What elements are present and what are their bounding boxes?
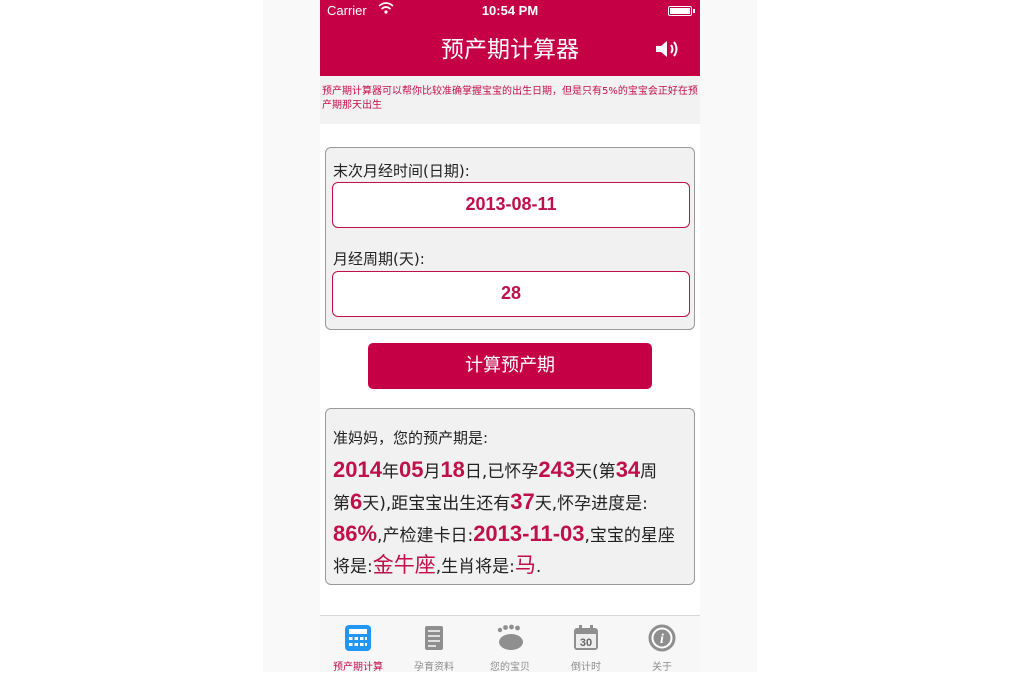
checkup-prefix: ,产检建卡日: xyxy=(377,526,474,546)
info-banner-text: 预产期计算器可以帮你比较准确掌握宝宝的出生日期，但是只有5%的宝宝会正好在预产期… xyxy=(322,86,698,111)
result-text: 2014年05月18日,已怀孕243天(第34周第6天),距宝宝出生还有37天,… xyxy=(333,455,691,582)
calendar-icon: 30 xyxy=(574,625,598,650)
tab-pregnancy-info[interactable]: 孕育资料 xyxy=(396,616,472,672)
tab-label: 孕育资料 xyxy=(414,662,454,672)
pregnancy-week: 34 xyxy=(615,457,641,482)
days-pregnant: 243 xyxy=(538,457,576,482)
chinese-zodiac-animal: 马 xyxy=(514,553,536,577)
page-title: 预产期计算器 xyxy=(441,37,579,63)
tab-label: 倒计时 xyxy=(571,662,601,672)
days-suffix: 天(第 xyxy=(575,462,616,482)
nav-bar: Carrier 10:54 PM 预产期计算器 xyxy=(320,0,700,76)
tab-countdown[interactable]: 30 倒计时 xyxy=(548,616,624,672)
last-period-date-field[interactable]: 2013-08-11 xyxy=(332,182,690,228)
battery-tip xyxy=(693,9,695,13)
due-day: 18 xyxy=(440,457,465,482)
speaker-icon[interactable] xyxy=(654,38,682,60)
days-until-birth: 37 xyxy=(510,489,535,514)
weekday-suffix: 天),距宝宝出生还有 xyxy=(362,494,511,514)
tab-bar: 预产期计算 孕育资料 您的宝贝 30 倒计时 i 关于 xyxy=(320,615,700,672)
result-end: . xyxy=(535,557,542,577)
progress-prefix: 天,怀孕进度是: xyxy=(534,494,648,514)
calendar-icon-number: 30 xyxy=(580,637,592,649)
calculate-button[interactable]: 计算预产期 xyxy=(368,343,652,389)
month-suffix: 月 xyxy=(423,462,441,482)
due-year: 2014 xyxy=(333,457,382,482)
zodiac-sign: 金牛座 xyxy=(372,553,436,577)
pregnancy-progress: 86% xyxy=(333,521,378,546)
tab-label: 您的宝贝 xyxy=(490,662,530,672)
checkup-date: 2013-11-03 xyxy=(473,521,585,546)
clock: 10:54 PM xyxy=(481,3,539,18)
phone-screen: Carrier 10:54 PM 预产期计算器 预产期计算器可以帮你比较准确掌握… xyxy=(320,0,700,672)
result-heading: 准妈妈，您的预产期是: xyxy=(333,429,489,447)
week-suffix: 周 xyxy=(640,462,658,482)
info-icon: i xyxy=(648,624,676,652)
due-month: 05 xyxy=(398,457,424,482)
battery-icon xyxy=(668,6,692,16)
animal-prefix: ,生肖将是: xyxy=(435,557,515,577)
input-panel: 末次月经时间(日期): 2013-08-11 月经周期(天): 28 xyxy=(325,147,695,330)
cycle-label: 月经周期(天): xyxy=(333,250,425,268)
result-panel: 准妈妈，您的预产期是: 2014年05月18日,已怀孕243天(第34周第6天)… xyxy=(325,408,695,585)
tab-label: 预产期计算 xyxy=(333,662,383,672)
weekday-prefix: 第 xyxy=(333,494,350,514)
last-period-label: 末次月经时间(日期): xyxy=(333,162,470,180)
status-bar: Carrier 10:54 PM xyxy=(320,0,700,22)
footprint-icon xyxy=(497,624,523,650)
tab-about[interactable]: i 关于 xyxy=(624,616,700,672)
calculator-icon xyxy=(345,625,371,651)
year-suffix: 年 xyxy=(381,462,399,482)
pregnancy-weekday: 6 xyxy=(350,489,363,514)
tab-due-date-calculator[interactable]: 预产期计算 xyxy=(320,616,396,672)
document-icon xyxy=(425,626,443,650)
tab-label: 关于 xyxy=(652,662,672,672)
cycle-days-field[interactable]: 28 xyxy=(332,271,690,317)
info-banner: 预产期计算器可以帮你比较准确掌握宝宝的出生日期，但是只有5%的宝宝会正好在预产期… xyxy=(320,76,700,124)
tab-your-baby[interactable]: 您的宝贝 xyxy=(472,616,548,672)
day-suffix: 日,已怀孕 xyxy=(464,462,539,482)
info-icon-letter: i xyxy=(660,632,664,647)
